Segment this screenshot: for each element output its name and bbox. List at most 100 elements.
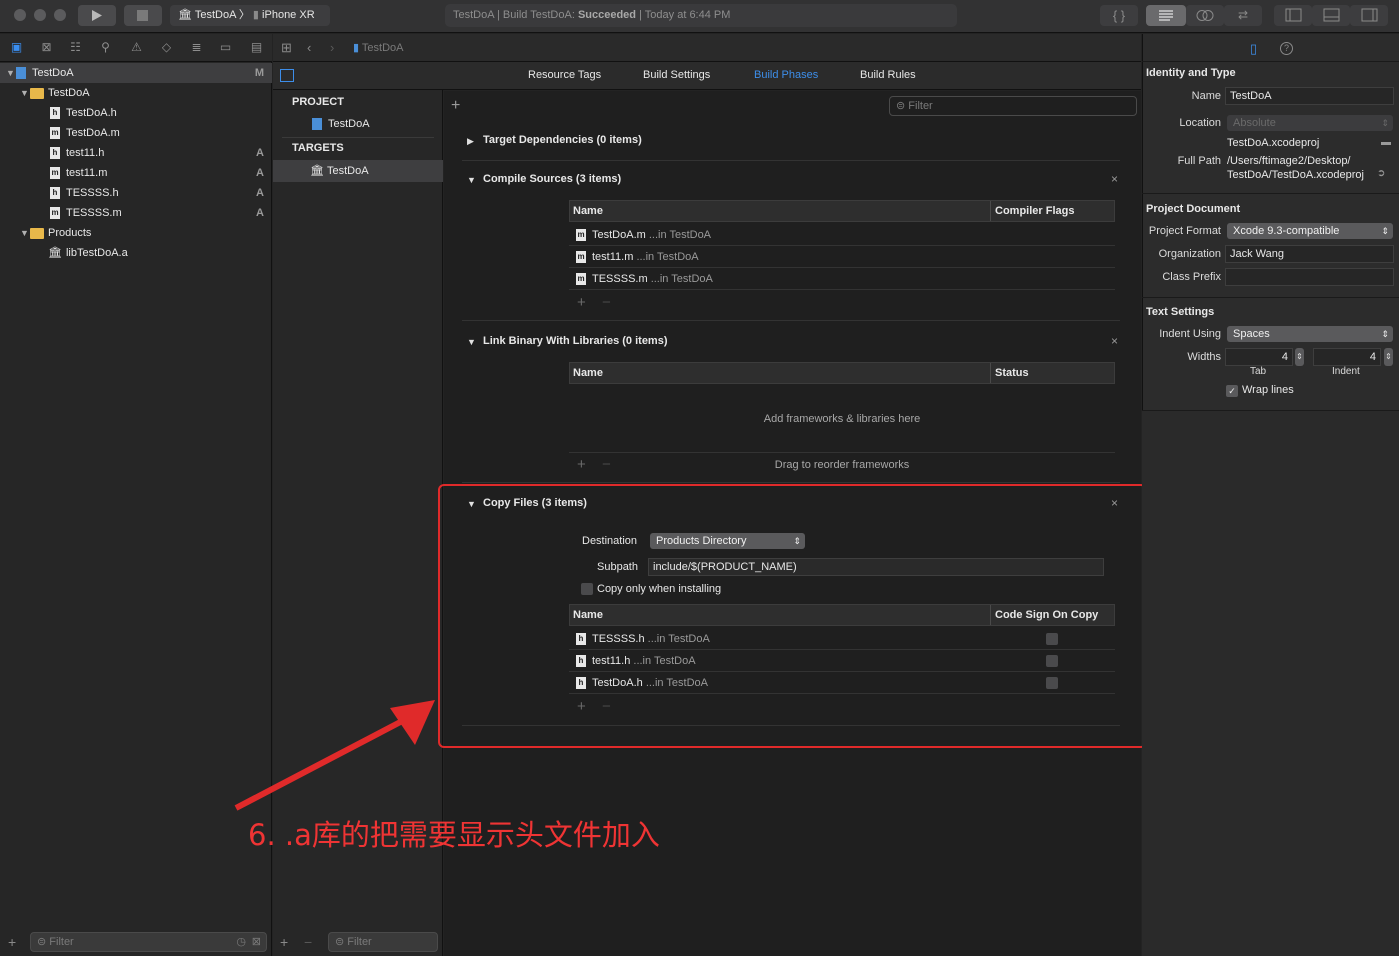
back-icon[interactable]: ‹	[307, 40, 311, 55]
table-row[interactable]: m TESSSS.m ...in TestDoA	[569, 268, 1115, 290]
run-button[interactable]	[78, 5, 116, 26]
folder-icon[interactable]: ▣	[9, 40, 24, 54]
divider	[1142, 297, 1399, 298]
folder-icon[interactable]: ▬	[1381, 137, 1391, 148]
add-icon[interactable]: +	[577, 294, 586, 311]
link-table-header: Name Status	[569, 362, 1115, 384]
tree-item-file[interactable]: m test11.m A	[0, 163, 272, 183]
hide-targets-icon[interactable]	[280, 69, 294, 82]
breadcrumb[interactable]: ▮ TestDoA	[353, 41, 404, 54]
phases-filter-field[interactable]: ⊜ Filter	[889, 96, 1137, 116]
class-prefix-field[interactable]	[1225, 268, 1394, 286]
name-field[interactable]: TestDoA	[1225, 87, 1394, 105]
tree-item-project[interactable]: ▼ TestDoA M	[0, 63, 272, 83]
add-icon[interactable]: +	[8, 934, 16, 950]
remove-target-icon[interactable]: −	[304, 934, 312, 950]
lines-icon	[1159, 10, 1173, 21]
minimize-window-button[interactable]	[34, 9, 46, 21]
targets-filter-field[interactable]: ⊜ Filter	[328, 932, 438, 952]
tree-item-group[interactable]: ▼ Products	[0, 223, 272, 243]
close-window-button[interactable]	[14, 9, 26, 21]
indent-width-stepper[interactable]: ⇕	[1384, 348, 1393, 366]
tab-build-rules[interactable]: Build Rules	[860, 69, 916, 81]
help-icon[interactable]: ?	[1280, 42, 1293, 55]
breakpoint-icon[interactable]: ▭	[218, 40, 233, 54]
standard-editor-button[interactable]	[1146, 5, 1186, 26]
recent-icon[interactable]: ◷	[236, 933, 246, 951]
column-header-name[interactable]: Name	[573, 363, 603, 383]
table-row[interactable]: m test11.m ...in TestDoA	[569, 246, 1115, 268]
search-icon[interactable]: ⚲	[98, 40, 113, 54]
compile-sources-title[interactable]: Compile Sources (3 items)	[483, 173, 621, 185]
tab-build-phases[interactable]: Build Phases	[754, 69, 818, 81]
identity-section-title: Identity and Type	[1146, 67, 1236, 79]
tree-item-group[interactable]: ▼ TestDoA	[0, 83, 272, 103]
zoom-window-button[interactable]	[54, 9, 66, 21]
tree-item-file[interactable]: h TESSSS.h A	[0, 183, 272, 203]
source-control-icon[interactable]: ⊠	[39, 40, 54, 54]
close-icon[interactable]: ×	[1111, 334, 1118, 348]
tree-item-file[interactable]: h TestDoA.h	[0, 103, 272, 123]
tree-item-label: test11.h	[66, 147, 105, 159]
disclosure-open-icon[interactable]: ▼	[467, 337, 476, 347]
tab-build-settings[interactable]: Build Settings	[643, 69, 710, 81]
fullpath-line1: /Users/ftimage2/Desktop/	[1227, 155, 1351, 167]
tree-item-file[interactable]: h test11.h A	[0, 143, 272, 163]
tree-item-file[interactable]: m TestDoA.m	[0, 123, 272, 143]
remove-icon[interactable]: −	[602, 294, 611, 311]
assistant-editor-button[interactable]	[1186, 5, 1224, 26]
location-popup[interactable]: Absolute ⇕	[1227, 115, 1393, 131]
arrows-icon: ⇄	[1237, 8, 1249, 22]
toggle-debug-button[interactable]	[1312, 5, 1350, 26]
tab-width-stepper[interactable]: ⇕	[1295, 348, 1304, 366]
report-icon[interactable]: ▤	[249, 40, 264, 54]
tab-width-field[interactable]: 4	[1225, 348, 1293, 366]
disclosure-open-icon[interactable]: ▼	[467, 175, 476, 185]
tab-resource-tags[interactable]: Resource Tags	[528, 69, 601, 81]
debug-icon[interactable]: ≣	[189, 40, 204, 54]
stop-button[interactable]	[124, 5, 162, 26]
forward-icon[interactable]: ›	[330, 40, 334, 55]
link-binary-title[interactable]: Link Binary With Libraries (0 items)	[483, 335, 668, 347]
project-format-popup[interactable]: Xcode 9.3-compatible ⇕	[1227, 223, 1393, 239]
indent-width-field[interactable]: 4	[1313, 348, 1381, 366]
warning-icon[interactable]: ⚠	[129, 40, 144, 54]
navigator-filter-field[interactable]: ⊜ Filter ◷ ⊠	[30, 932, 267, 952]
row-file-location: ...in TestDoA	[648, 229, 712, 241]
file-inspector-icon[interactable]: ▯	[1250, 41, 1257, 57]
compile-table-header: Name Compiler Flags	[569, 200, 1115, 222]
add-phase-icon[interactable]: +	[451, 97, 460, 115]
location-label: Location	[1179, 117, 1221, 129]
scm-filter-icon[interactable]: ⊠	[252, 933, 261, 951]
library-button[interactable]: { }	[1100, 5, 1138, 26]
tree-item-file[interactable]: m TESSSS.m A	[0, 203, 272, 223]
indent-caption: Indent	[1332, 366, 1360, 377]
location-value: Absolute	[1233, 117, 1276, 129]
project-section-header: PROJECT	[292, 96, 344, 108]
column-header-name[interactable]: Name	[573, 201, 603, 221]
tree-item-label: libTestDoA.a	[65, 247, 128, 259]
table-row[interactable]: m TestDoA.m ...in TestDoA	[569, 224, 1115, 246]
test-icon[interactable]: ◇	[159, 40, 174, 54]
reveal-arrow-icon[interactable]: ➲	[1377, 168, 1385, 179]
add-target-icon[interactable]: +	[280, 934, 288, 950]
scheme-selector[interactable]: 🏛 TestDoA 〉 ▮ iPhone XR	[170, 5, 330, 26]
related-items-icon[interactable]: ⊞	[281, 40, 292, 56]
toggle-navigator-button[interactable]	[1274, 5, 1312, 26]
target-dependencies-title[interactable]: Target Dependencies (0 items)	[483, 134, 642, 146]
disclosure-closed-icon[interactable]: ▶	[467, 136, 474, 147]
symbol-icon[interactable]: ☷	[68, 40, 83, 54]
version-editor-button[interactable]: ⇄	[1224, 5, 1262, 26]
tree-item-file[interactable]: 🏛 libTestDoA.a	[0, 243, 272, 263]
inspector-empty-area	[1142, 411, 1399, 956]
project-list-item[interactable]: TestDoA	[312, 118, 370, 131]
divider	[462, 320, 1120, 321]
inspector-selector-bar	[1142, 34, 1399, 62]
close-icon[interactable]: ×	[1111, 172, 1118, 186]
wrap-lines-checkbox[interactable]: ✓	[1226, 385, 1238, 397]
column-header-status[interactable]: Status	[995, 363, 1029, 383]
indent-using-popup[interactable]: Spaces ⇕	[1227, 326, 1393, 342]
toggle-inspector-button[interactable]	[1350, 5, 1388, 26]
organization-field[interactable]: Jack Wang	[1225, 245, 1394, 263]
column-header-flags[interactable]: Compiler Flags	[995, 201, 1074, 221]
